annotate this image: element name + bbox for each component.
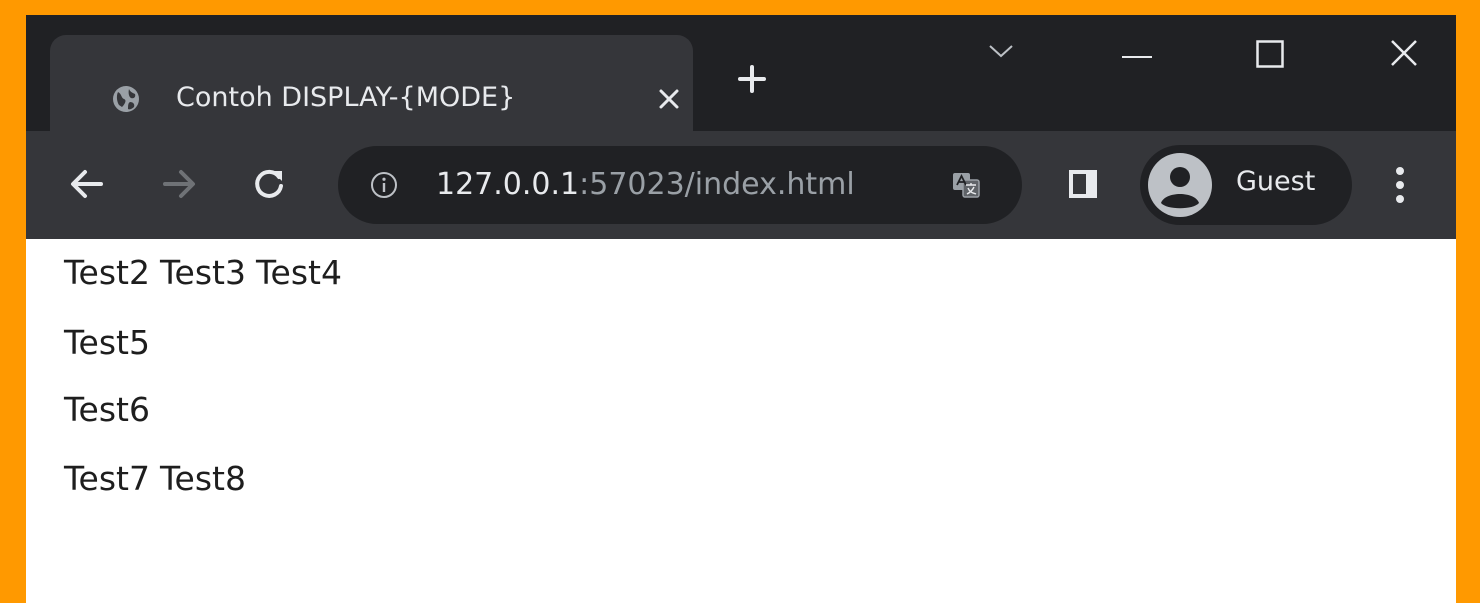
avatar-icon [1148, 153, 1212, 217]
text-item: Test6 [64, 390, 150, 429]
plus-icon[interactable] [738, 65, 766, 93]
toolbar: 127.0.0.1:57023/index.html Guest [26, 131, 1456, 239]
close-icon[interactable] [658, 88, 680, 110]
maximize-icon[interactable] [1256, 40, 1284, 68]
tab-strip: Contoh DISPLAY-{MODE} [26, 15, 1456, 131]
content-line-1: Test2 Test3 Test4 [64, 253, 342, 292]
info-icon[interactable] [370, 171, 398, 199]
text-item: Test5 [64, 323, 150, 362]
url-text[interactable]: 127.0.0.1:57023/index.html [436, 167, 855, 202]
page-content: Test2 Test3 Test4 Test5 Test6 Test7 Test8 [26, 239, 1456, 603]
url-host: 127.0.0.1 [436, 167, 580, 202]
browser-window: Contoh DISPLAY-{MODE} 127.0.0.1:57023/in… [26, 15, 1456, 603]
minimize-icon[interactable] [1122, 55, 1152, 59]
content-line-2: Test5 [64, 323, 150, 362]
content-line-4: Test7 Test8 [64, 459, 246, 498]
profile-button[interactable]: Guest [1140, 145, 1352, 225]
text-item: Test4 [255, 253, 342, 292]
profile-label: Guest [1236, 166, 1316, 197]
address-bar[interactable]: 127.0.0.1:57023/index.html [338, 146, 1022, 224]
tab-title: Contoh DISPLAY-{MODE} [176, 82, 516, 113]
url-path: :57023/index.html [579, 167, 855, 202]
tab-active[interactable]: Contoh DISPLAY-{MODE} [50, 35, 693, 131]
translate-icon[interactable] [951, 170, 981, 200]
back-arrow-icon[interactable] [70, 167, 104, 201]
globe-icon [113, 86, 139, 112]
side-panel-icon[interactable] [1066, 167, 1100, 201]
chevron-down-icon[interactable] [988, 43, 1014, 59]
close-icon[interactable] [1390, 39, 1418, 67]
reload-icon[interactable] [252, 167, 286, 201]
kebab-menu-icon[interactable] [1394, 165, 1406, 205]
text-item: Test8 [159, 459, 246, 498]
text-item: Test7 [64, 459, 150, 498]
text-item: Test3 [159, 253, 246, 292]
text-item: Test2 [64, 253, 150, 292]
content-line-3: Test6 [64, 390, 150, 429]
forward-arrow-icon[interactable] [162, 167, 196, 201]
